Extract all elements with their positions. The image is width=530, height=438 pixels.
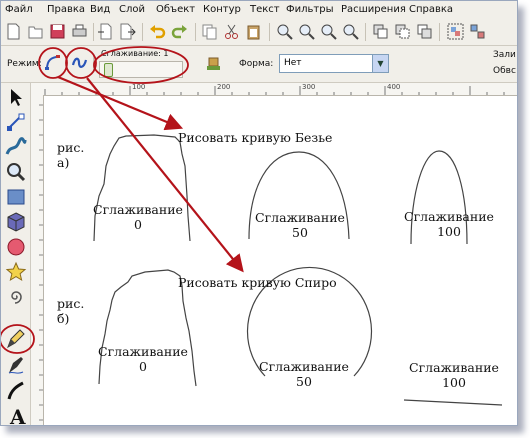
smoothing-slider[interactable] [99,61,183,78]
shape-select-value: Нет [284,58,302,68]
duplicate-icon[interactable] [372,23,389,40]
calligraphy-icon[interactable] [5,380,27,402]
app-window: Файл Правка Вид Слой Объект Контур Текст… [0,0,518,426]
zoom-selection-icon[interactable] [276,23,293,40]
spiro-curve-line [403,399,503,406]
reset-icon[interactable] [205,55,222,72]
commands-toolbar [1,19,517,46]
bezier-mode-icon[interactable] [44,54,61,71]
zoom-drawing-icon[interactable] [298,23,315,40]
ellipse-icon[interactable] [5,236,27,258]
undo-icon[interactable] [149,23,166,40]
shape-select[interactable]: Нет ▼ [279,54,389,73]
drawing-canvas[interactable]: рис. а) Рисовать кривую Безье Сглаживани… [44,96,517,425]
spiro-caption-50: Сглаживание 50 [259,359,349,389]
svg-text:A: A [9,405,26,426]
menu-bar: Файл Правка Вид Слой Объект Контур Текст… [1,1,517,20]
spiro-caption-100: Сглаживание 100 [409,360,499,390]
bezier-caption-100: Сглаживание 100 [404,209,494,239]
spiral-icon[interactable] [5,286,27,308]
save-icon[interactable] [49,23,66,40]
smoothing-label: Сглаживание: 1 [101,49,169,58]
star-icon[interactable] [5,261,27,283]
pen-icon[interactable] [5,355,27,377]
clone-icon[interactable] [394,23,411,40]
export-icon[interactable] [119,23,136,40]
menu-extensions[interactable]: Расширения [341,4,406,15]
paste-icon[interactable] [245,23,262,40]
spiro-mode-icon[interactable] [71,54,88,71]
selector-icon[interactable] [5,86,27,108]
import-icon[interactable] [97,23,114,40]
bezier-caption-0: Сглаживание 0 [93,202,183,232]
spiro-caption-0: Сглаживание 0 [98,344,188,374]
text-icon[interactable]: A [5,404,27,426]
node-icon[interactable] [5,111,27,133]
smoothing-slider-thumb[interactable] [104,63,113,77]
chevron-down-icon[interactable]: ▼ [372,55,388,72]
copy-icon[interactable] [201,23,218,40]
menu-layer[interactable]: Слой [119,4,145,15]
group-icon[interactable] [447,23,464,40]
ruler-label: 100 [132,83,146,91]
redo-icon[interactable] [171,23,188,40]
bezier-title: Рисовать кривую Безье [178,130,333,145]
fill-label: Зали [493,50,516,60]
ruler-label: 400 [387,83,401,91]
zoom-icon[interactable] [5,161,27,183]
zoom-width-icon[interactable] [342,23,359,40]
tool-palette: A [1,83,31,425]
spiro-title: Рисовать кривую Спиро [178,275,337,290]
menu-file[interactable]: Файл [5,4,33,15]
menu-path[interactable]: Контур [203,4,241,15]
menu-edit[interactable]: Правка [47,4,85,15]
figure-b-label: рис. б) [57,296,85,326]
ruler-label: 200 [217,83,231,91]
tweak-icon[interactable] [5,136,27,158]
horizontal-ruler: 100 200 300 400 [31,83,517,96]
3dbox-icon[interactable] [5,211,27,233]
figure-a-label: рис. а) [57,140,85,170]
menu-view[interactable]: Вид [90,4,110,15]
menu-help[interactable]: Справка [409,4,453,15]
ungroup-icon[interactable] [469,23,486,40]
new-doc-icon[interactable] [5,23,22,40]
stroke-label: Обвс [493,66,516,76]
shape-label: Форма: [239,59,274,69]
ruler-label: 300 [302,83,316,91]
mode-label: Режим: [7,59,42,69]
zoom-page-icon[interactable] [320,23,337,40]
unlink-clone-icon[interactable] [416,23,433,40]
menu-object[interactable]: Объект [156,4,195,15]
vertical-ruler [31,95,44,425]
menu-text[interactable]: Текст [250,4,280,15]
menu-filters[interactable]: Фильтры [286,4,333,15]
open-icon[interactable] [27,23,44,40]
rect-icon[interactable] [5,186,27,208]
pencil-icon[interactable] [5,328,27,350]
tool-controls-bar: Режим: Сглаживание: 1 Форма: Нет ▼ Зали … [1,46,517,83]
print-icon[interactable] [71,23,88,40]
bezier-caption-50: Сглаживание 50 [255,210,345,240]
cut-icon[interactable] [223,23,240,40]
